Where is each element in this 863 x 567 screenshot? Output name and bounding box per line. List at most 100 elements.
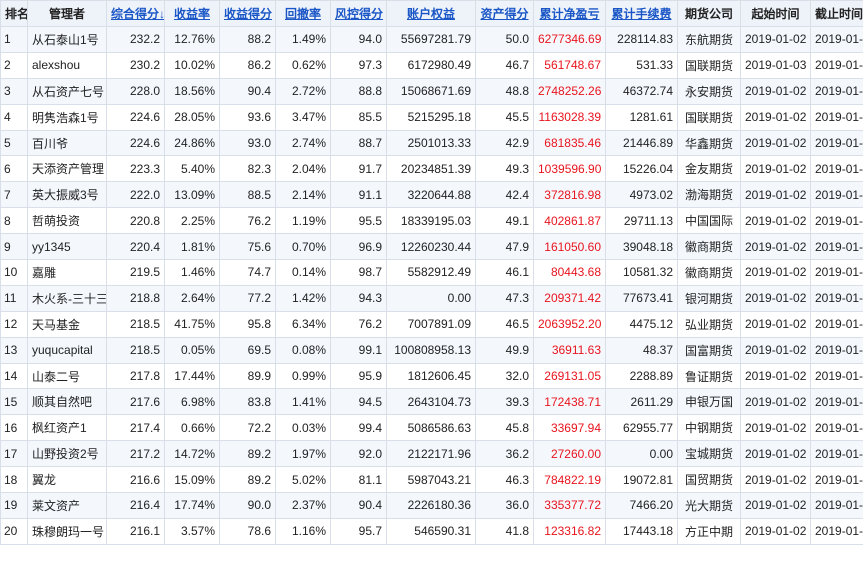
cell-start: 2019-01-02 <box>740 414 811 442</box>
col-cum-pnl-sort[interactable]: 累计净盈亏 <box>533 0 606 27</box>
cell-equity: 12260230.44 <box>386 233 476 261</box>
cell-risk-score: 88.7 <box>330 129 387 157</box>
cell-broker: 国联期货 <box>677 51 741 79</box>
cell-asset-score: 39.3 <box>475 388 534 416</box>
cell-drawdown: 1.16% <box>275 517 331 545</box>
cell-manager: 山野投资2号 <box>27 440 107 468</box>
cell-return-score: 88.5 <box>219 181 276 209</box>
cell-return-rate: 15.09% <box>164 466 220 494</box>
cell-manager: 百川爷 <box>27 129 107 157</box>
cell-asset-score: 49.3 <box>475 155 534 183</box>
cell-broker: 永安期货 <box>677 77 741 105</box>
cell-score: 220.4 <box>106 233 165 261</box>
cell-start: 2019-01-02 <box>740 155 811 183</box>
cell-cum-pnl: 80443.68 <box>533 259 606 286</box>
cell-start: 2019-01-03 <box>740 51 811 79</box>
cell-equity: 2501013.33 <box>386 129 476 157</box>
table-row: 18 翼龙 216.6 15.09% 89.2 5.02% 81.1 5987043.21 46… <box>0 466 863 494</box>
cell-broker: 方正中期 <box>677 517 741 545</box>
cell-risk-score: 90.4 <box>330 492 387 519</box>
cell-equity: 2226180.36 <box>386 492 476 519</box>
cell-start: 2019-01-02 <box>740 388 811 416</box>
cell-risk-score: 96.9 <box>330 233 387 261</box>
cell-manager: 天马基金 <box>27 310 107 338</box>
cell-end: 2019-01-31 <box>810 492 863 519</box>
cell-score: 217.4 <box>106 414 165 442</box>
cell-asset-score: 49.9 <box>475 336 534 364</box>
cell-drawdown: 2.72% <box>275 77 331 105</box>
cell-return-score: 88.2 <box>219 26 276 53</box>
col-drawdown-sort[interactable]: 回撤率 <box>275 0 331 27</box>
cell-drawdown: 0.62% <box>275 51 331 79</box>
cell-score: 224.6 <box>106 129 165 157</box>
cell-rank: 20 <box>0 517 28 545</box>
cell-cum-fee: 48.37 <box>605 336 678 364</box>
cell-risk-score: 95.7 <box>330 517 387 545</box>
cell-asset-score: 45.8 <box>475 414 534 442</box>
col-cum-fee-sort[interactable]: 累计手续费 <box>605 0 678 27</box>
cell-cum-pnl: 335377.72 <box>533 492 606 519</box>
col-risk-score-sort[interactable]: 风控得分 <box>330 0 387 27</box>
cell-equity: 7007891.09 <box>386 310 476 338</box>
table-body: 1 从石泰山1号 232.2 12.76% 88.2 1.49% 94.0 55697281.… <box>0 26 863 545</box>
cell-return-rate: 14.72% <box>164 440 220 468</box>
table-row: 6 天添资产管理 223.3 5.40% 82.3 2.04% 91.7 20234851.3… <box>0 155 863 183</box>
cell-return-rate: 0.66% <box>164 414 220 442</box>
cell-score: 224.6 <box>106 103 165 131</box>
cell-equity: 2122171.96 <box>386 440 476 468</box>
cell-rank: 9 <box>0 233 28 261</box>
cell-manager: 枫红资产1 <box>27 414 107 442</box>
cell-start: 2019-01-02 <box>740 129 811 157</box>
cell-end: 2019-01-31 <box>810 310 863 338</box>
cell-equity: 546590.31 <box>386 517 476 545</box>
cell-end: 2019-01-31 <box>810 155 863 183</box>
table-row: 16 枫红资产1 217.4 0.66% 72.2 0.03% 99.4 5086586.63… <box>0 414 863 442</box>
cell-return-score: 95.8 <box>219 310 276 338</box>
cell-return-score: 76.2 <box>219 207 276 235</box>
cell-end: 2019-01-31 <box>810 414 863 442</box>
cell-end: 2019-01-31 <box>810 51 863 79</box>
cell-start: 2019-01-02 <box>740 233 811 261</box>
cell-asset-score: 41.8 <box>475 517 534 545</box>
cell-manager: 翼龙 <box>27 466 107 494</box>
cell-cum-fee: 62955.77 <box>605 414 678 442</box>
col-asset-score-sort[interactable]: 资产得分 <box>475 0 534 27</box>
cell-return-score: 86.2 <box>219 51 276 79</box>
col-broker: 期货公司 <box>677 0 741 27</box>
cell-end: 2019-01-31 <box>810 388 863 416</box>
cell-cum-pnl: 33697.94 <box>533 414 606 442</box>
cell-cum-fee: 17443.18 <box>605 517 678 545</box>
cell-cum-fee: 46372.74 <box>605 77 678 105</box>
cell-risk-score: 76.2 <box>330 310 387 338</box>
table-row: 4 明隽浩森1号（ 224.6 28.05% 93.6 3.47% 85.5 5215295.… <box>0 103 863 131</box>
col-return-score-sort[interactable]: 收益得分 <box>219 0 276 27</box>
cell-start: 2019-01-02 <box>740 466 811 494</box>
cell-cum-pnl: 269131.05 <box>533 362 606 390</box>
cell-return-rate: 17.74% <box>164 492 220 519</box>
cell-return-rate: 6.98% <box>164 388 220 416</box>
cell-manager: 从石资产七号 <box>27 77 107 105</box>
cell-rank: 18 <box>0 466 28 494</box>
cell-score: 223.3 <box>106 155 165 183</box>
cell-rank: 3 <box>0 77 28 105</box>
cell-broker: 国富期货 <box>677 336 741 364</box>
table-row: 9 yy1345 220.4 1.81% 75.6 0.70% 96.9 12260230.4… <box>0 233 863 261</box>
cell-risk-score: 94.5 <box>330 388 387 416</box>
col-return-rate-sort[interactable]: 收益率 <box>164 0 220 27</box>
cell-start: 2019-01-02 <box>740 77 811 105</box>
table-row: 3 从石资产七号 228.0 18.56% 90.4 2.72% 88.8 15068671.… <box>0 77 863 105</box>
col-score-sort[interactable]: 综合得分↓ <box>106 0 165 27</box>
cell-rank: 19 <box>0 492 28 519</box>
cell-drawdown: 5.02% <box>275 466 331 494</box>
cell-drawdown: 2.37% <box>275 492 331 519</box>
table-row: 15 顺其自然吧 217.6 6.98% 83.8 1.41% 94.5 2643104.73… <box>0 388 863 416</box>
cell-drawdown: 1.97% <box>275 440 331 468</box>
cell-manager: 哲萌投资 <box>27 207 107 235</box>
ranking-table: 排名 管理者 综合得分↓ 收益率 收益得分 回撤率 风控得分 账户权益 资产得分… <box>0 0 863 545</box>
cell-cum-pnl: 784822.19 <box>533 466 606 494</box>
cell-return-rate: 2.25% <box>164 207 220 235</box>
cell-manager: 珠穆朗玛一号 <box>27 517 107 545</box>
cell-manager: yuqucapital <box>27 336 107 364</box>
cell-return-rate: 1.81% <box>164 233 220 261</box>
col-equity-sort[interactable]: 账户权益 <box>386 0 476 27</box>
